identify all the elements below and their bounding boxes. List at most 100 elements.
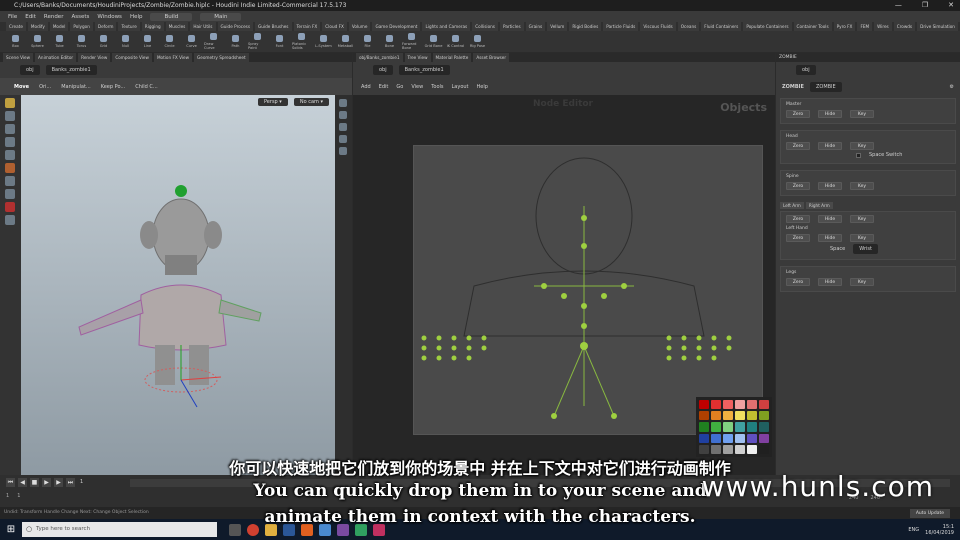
network-path-node[interactable]: Banks_zombie1	[398, 65, 450, 75]
magnet-icon[interactable]	[5, 202, 15, 212]
network-menu-item-1[interactable]: Edit	[379, 84, 389, 90]
palette-swatch[interactable]	[747, 411, 757, 421]
palette-swatch[interactable]	[723, 411, 733, 421]
hand-hide-button[interactable]: Hide	[818, 234, 842, 242]
palette-swatch[interactable]	[699, 422, 709, 432]
hand-key-button[interactable]: Key	[850, 234, 874, 242]
shelf-tab-8[interactable]: Hair Utils	[190, 22, 216, 31]
tool-option-child-compensation[interactable]: Child C...	[135, 84, 157, 90]
scene-tab-5[interactable]: Geometry Spreadsheet	[194, 53, 249, 62]
select-tool-icon[interactable]	[5, 98, 15, 108]
shelf-tab-29[interactable]: Wires	[874, 22, 892, 31]
menu-render[interactable]: Render	[44, 14, 64, 20]
shelf-tab-2[interactable]: Model	[49, 22, 69, 31]
scene-tab-4[interactable]: Motion FX View	[153, 53, 193, 62]
network-tab-3[interactable]: Asset Browser	[473, 53, 510, 62]
head-hide-button[interactable]: Hide	[818, 142, 842, 150]
palette-swatch[interactable]	[759, 444, 769, 454]
rotate-tool-icon[interactable]	[5, 124, 15, 134]
shelf-tab-3[interactable]: Polygon	[70, 22, 93, 31]
network-menu-item-3[interactable]: View	[411, 84, 423, 90]
legs-zero-button[interactable]: Zero	[786, 278, 810, 286]
shelf-tool-6[interactable]: Line	[138, 31, 157, 52]
palette-swatch[interactable]	[735, 433, 745, 443]
shelf-tool-16[interactable]: File	[358, 31, 377, 52]
shelf-tab-7[interactable]: Muscles	[165, 22, 189, 31]
palette-swatch[interactable]	[711, 433, 721, 443]
parameter-tab[interactable]: ZOMBIE	[776, 53, 960, 62]
shelf-tool-17[interactable]: Bone	[380, 31, 399, 52]
close-button[interactable]: ✕	[948, 0, 954, 11]
palette-swatch[interactable]	[699, 433, 709, 443]
arm-hide-button[interactable]: Hide	[818, 215, 842, 223]
shelf-tab-1[interactable]: Modify	[27, 22, 48, 31]
shelf-tab-18[interactable]: Grains	[525, 22, 546, 31]
3d-viewport[interactable]: Persp ▾ No cam ▾	[21, 95, 335, 475]
minimize-button[interactable]: —	[895, 0, 902, 11]
spine-key-button[interactable]: Key	[850, 182, 874, 190]
shelf-tool-13[interactable]: Platonic Solids	[292, 31, 311, 52]
palette-swatch[interactable]	[699, 400, 709, 410]
shelf-tab-15[interactable]: Lights and Cameras	[422, 22, 471, 31]
palette-swatch[interactable]	[759, 422, 769, 432]
shelf-tab-21[interactable]: Particle Fluids	[603, 22, 639, 31]
shelf-tab-26[interactable]: Container Tools	[793, 22, 832, 31]
view-tool-icon[interactable]	[5, 176, 15, 186]
shelf-tool-19[interactable]: Grid Bone	[424, 31, 443, 52]
palette-swatch[interactable]	[747, 433, 757, 443]
legs-key-button[interactable]: Key	[850, 278, 874, 286]
shelf-tab-13[interactable]: Volume	[348, 22, 371, 31]
palette-swatch[interactable]	[759, 400, 769, 410]
shelf-tool-11[interactable]: Spray Paint	[248, 31, 267, 52]
space-switch-checkbox[interactable]	[856, 152, 861, 158]
palette-swatch[interactable]	[711, 422, 721, 432]
shelf-tool-2[interactable]: Tube	[50, 31, 69, 52]
palette-swatch[interactable]	[759, 411, 769, 421]
shelf-tab-6[interactable]: Rigging	[141, 22, 164, 31]
tool-option-manipulator[interactable]: Manipulat...	[61, 84, 90, 90]
shelf-tab-30[interactable]: Crowds	[893, 22, 916, 31]
shelf-tool-15[interactable]: Metaball	[336, 31, 355, 52]
palette-swatch[interactable]	[699, 411, 709, 421]
head-zero-button[interactable]: Zero	[786, 142, 810, 150]
network-tab-1[interactable]: Tree View	[404, 53, 431, 62]
shelf-tab-11[interactable]: Terrain FX	[293, 22, 321, 31]
shelf-tool-14[interactable]: L-System	[314, 31, 333, 52]
spine-zero-button[interactable]: Zero	[786, 182, 810, 190]
desktop-dropdown[interactable]: Main	[200, 12, 242, 21]
shelf-tool-5[interactable]: Null	[116, 31, 135, 52]
arm-zero-button[interactable]: Zero	[786, 215, 810, 223]
spine-hide-button[interactable]: Hide	[818, 182, 842, 190]
palette-swatch[interactable]	[699, 444, 709, 454]
network-menu-item-0[interactable]: Add	[361, 84, 371, 90]
network-tab-2[interactable]: Material Palette	[432, 53, 472, 62]
scene-tab-2[interactable]: Render View	[78, 53, 111, 62]
snap-tool-icon[interactable]	[5, 189, 15, 199]
shelf-tab-22[interactable]: Viscous Fluids	[640, 22, 676, 31]
palette-swatch[interactable]	[723, 433, 733, 443]
shelf-tool-20[interactable]: IK Control	[446, 31, 465, 52]
palette-swatch[interactable]	[711, 411, 721, 421]
build-dropdown[interactable]: Build	[150, 12, 193, 21]
shelf-tool-8[interactable]: Curve	[182, 31, 201, 52]
menu-edit[interactable]: Edit	[25, 14, 36, 20]
shelf-tab-27[interactable]: Pyro FX	[833, 22, 856, 31]
shelf-tab-19[interactable]: Vellum	[547, 22, 568, 31]
palette-swatch[interactable]	[747, 444, 757, 454]
shelf-tab-23[interactable]: Oceans	[677, 22, 700, 31]
shelf-tab-28[interactable]: FEM	[857, 22, 873, 31]
move-tool-icon[interactable]	[5, 111, 15, 121]
shelf-tab-24[interactable]: Fluid Containers	[701, 22, 742, 31]
display-icon-4[interactable]	[339, 135, 347, 143]
network-menu-item-5[interactable]: Layout	[452, 84, 469, 90]
master-key-button[interactable]: Key	[850, 110, 874, 118]
persp-menu[interactable]: Persp ▾	[257, 98, 288, 106]
master-zero-button[interactable]: Zero	[786, 110, 810, 118]
network-tab-0[interactable]: obj/Banks_zombie1	[356, 53, 403, 62]
shelf-tool-4[interactable]: Grid	[94, 31, 113, 52]
display-icon-1[interactable]	[339, 99, 347, 107]
display-icon-3[interactable]	[339, 123, 347, 131]
shelf-tab-25[interactable]: Populate Containers	[743, 22, 792, 31]
network-canvas[interactable]: Node Editor Objects	[353, 95, 775, 475]
menu-help[interactable]: Help	[130, 14, 143, 20]
